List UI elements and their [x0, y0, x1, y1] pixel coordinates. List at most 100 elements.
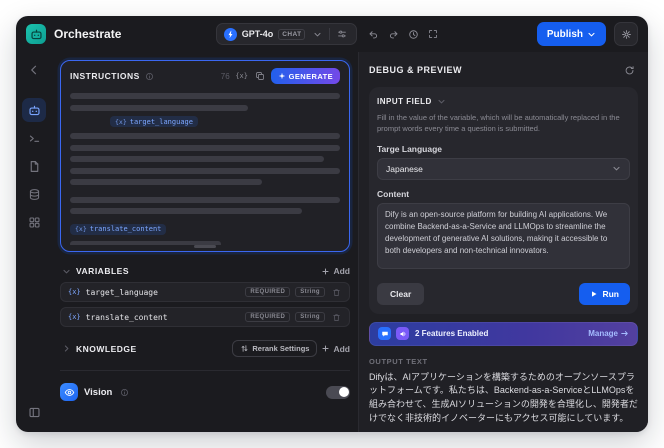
- instructions-editor[interactable]: INSTRUCTIONS 76 {x} GENERATE {x} target_…: [60, 60, 350, 252]
- variable-row-translate-content[interactable]: {x} translate_content REQUIRED String: [60, 307, 350, 327]
- trash-icon[interactable]: [330, 286, 342, 298]
- content-label: Content: [377, 188, 410, 199]
- header-toolbar: [364, 25, 442, 43]
- variable-chip-translate-content[interactable]: {x} translate_content: [70, 223, 167, 235]
- sidebar-item-orchestrate[interactable]: [22, 98, 46, 122]
- chevron-down-icon: [436, 95, 448, 107]
- feature-chat-icon: [378, 327, 391, 340]
- chip-row: {x} translate_content: [70, 223, 340, 235]
- plus-icon: [322, 345, 330, 352]
- clear-button[interactable]: Clear: [377, 282, 425, 305]
- sidebar-item-documents[interactable]: [22, 154, 46, 178]
- sidebar-item-prompt[interactable]: [22, 126, 46, 150]
- knowledge-header: KNOWLEDGE Rerank Settings Add: [60, 340, 350, 357]
- redacted-text-line: [70, 208, 303, 214]
- variable-name: target_language: [85, 287, 158, 297]
- panel-layout-toggle[interactable]: [22, 400, 46, 424]
- debug-actions: Clear Run: [377, 282, 630, 305]
- input-field-header[interactable]: INPUT FIELD: [377, 95, 630, 107]
- chevron-left-icon: [31, 65, 37, 75]
- refresh-icon[interactable]: [620, 61, 638, 79]
- expand-icon[interactable]: [424, 25, 442, 43]
- required-badge: REQUIRED: [245, 287, 291, 297]
- target-language-label: Targe Language: [377, 143, 443, 154]
- add-variable-label: Add: [333, 266, 350, 276]
- trash-icon[interactable]: [330, 311, 342, 323]
- arrow-right-icon: [621, 331, 628, 336]
- type-badge[interactable]: String: [295, 287, 325, 297]
- editor-resize-handle[interactable]: [194, 245, 216, 248]
- play-icon: [592, 290, 597, 297]
- model-name: GPT-4o: [241, 29, 274, 39]
- manage-label: Manage: [588, 329, 618, 338]
- feature-tts-icon: [396, 327, 409, 340]
- publish-button[interactable]: Publish: [536, 22, 606, 46]
- add-knowledge-button[interactable]: Add: [321, 344, 350, 354]
- instructions-title: INSTRUCTIONS: [70, 71, 140, 81]
- chevron-down-icon[interactable]: [60, 265, 72, 277]
- database-icon: [29, 188, 39, 200]
- vision-toggle[interactable]: [326, 385, 350, 399]
- model-params-sliders-icon[interactable]: [335, 27, 349, 41]
- redo-icon[interactable]: [384, 25, 402, 43]
- insert-variable-button[interactable]: {x}: [235, 69, 249, 83]
- terminal-icon: [29, 134, 39, 142]
- output-text: Difyは、AIアプリケーションを構築するためのオープンソースプラットフォームで…: [369, 371, 638, 424]
- redacted-text-line: [70, 144, 340, 151]
- section-divider: [60, 370, 350, 371]
- app-logo-icon[interactable]: [26, 24, 46, 44]
- sidebar-item-tools[interactable]: [22, 210, 46, 234]
- pill-divider: [329, 28, 331, 40]
- variable-chip-target-language[interactable]: {x} target_language: [110, 116, 198, 127]
- redacted-text-line: [70, 196, 340, 203]
- vision-feature-row: Vision: [60, 383, 350, 401]
- gear-icon: [621, 29, 631, 39]
- redacted-text-line: [70, 156, 324, 162]
- rerank-settings-button[interactable]: Rerank Settings: [232, 340, 318, 357]
- manage-features-button[interactable]: Manage: [588, 329, 629, 338]
- target-language-select[interactable]: Japanese: [377, 157, 630, 180]
- top-header: Orchestrate GPT-4o CHAT Publish: [16, 16, 648, 52]
- left-sidebar: [16, 52, 52, 432]
- chevron-down-icon: [588, 32, 595, 36]
- sparkle-icon: [278, 72, 285, 80]
- variable-row-target-language[interactable]: {x} target_language REQUIRED String: [60, 282, 350, 302]
- back-button[interactable]: [22, 58, 46, 82]
- history-icon[interactable]: [404, 25, 422, 43]
- model-selector[interactable]: GPT-4o CHAT: [215, 23, 358, 45]
- header-center: GPT-4o CHAT: [129, 23, 529, 45]
- features-enabled-text: 2 Features Enabled: [415, 329, 489, 338]
- undo-icon[interactable]: [364, 25, 382, 43]
- sidebar-item-datasets[interactable]: [22, 182, 46, 206]
- layout-icon: [28, 407, 40, 417]
- redacted-text-line: [70, 93, 340, 99]
- model-provider-icon: [223, 27, 237, 41]
- redacted-text-line: [70, 104, 249, 111]
- redacted-text-line: [70, 133, 340, 139]
- add-knowledge-label: Add: [333, 343, 350, 354]
- copy-icon[interactable]: [253, 69, 267, 83]
- config-panel: INSTRUCTIONS 76 {x} GENERATE {x} target_…: [52, 52, 358, 432]
- run-button[interactable]: Run: [579, 282, 630, 305]
- chevron-right-icon[interactable]: [60, 343, 72, 355]
- redacted-text-line: [70, 167, 340, 174]
- content-textarea[interactable]: Dify is an open-source platform for buil…: [377, 202, 630, 269]
- generate-button[interactable]: GENERATE: [270, 68, 340, 84]
- app-window: Orchestrate GPT-4o CHAT Publish INSTRUCT…: [16, 16, 648, 432]
- variable-brace-icon: {x}: [235, 72, 248, 80]
- vision-icon: [60, 383, 78, 401]
- file-icon: [30, 160, 38, 172]
- knowledge-title: KNOWLEDGE: [76, 343, 137, 354]
- add-variable-button[interactable]: Add: [321, 266, 350, 276]
- variable-brace-icon: {x}: [115, 117, 127, 126]
- toggle-knob: [338, 387, 349, 397]
- vision-label: Vision: [84, 386, 113, 398]
- instructions-text-area[interactable]: {x} target_language {x} translate_conten…: [70, 84, 340, 245]
- type-badge[interactable]: String: [295, 312, 325, 322]
- debug-panel: DEBUG & PREVIEW INPUT FIELD Fill in the …: [358, 52, 648, 432]
- rerank-settings-label: Rerank Settings: [252, 344, 310, 353]
- header-settings-button[interactable]: [614, 22, 638, 46]
- debug-title: DEBUG & PREVIEW: [369, 65, 463, 75]
- app-body: INSTRUCTIONS 76 {x} GENERATE {x} target_…: [16, 52, 648, 432]
- target-language-value: Japanese: [386, 163, 423, 174]
